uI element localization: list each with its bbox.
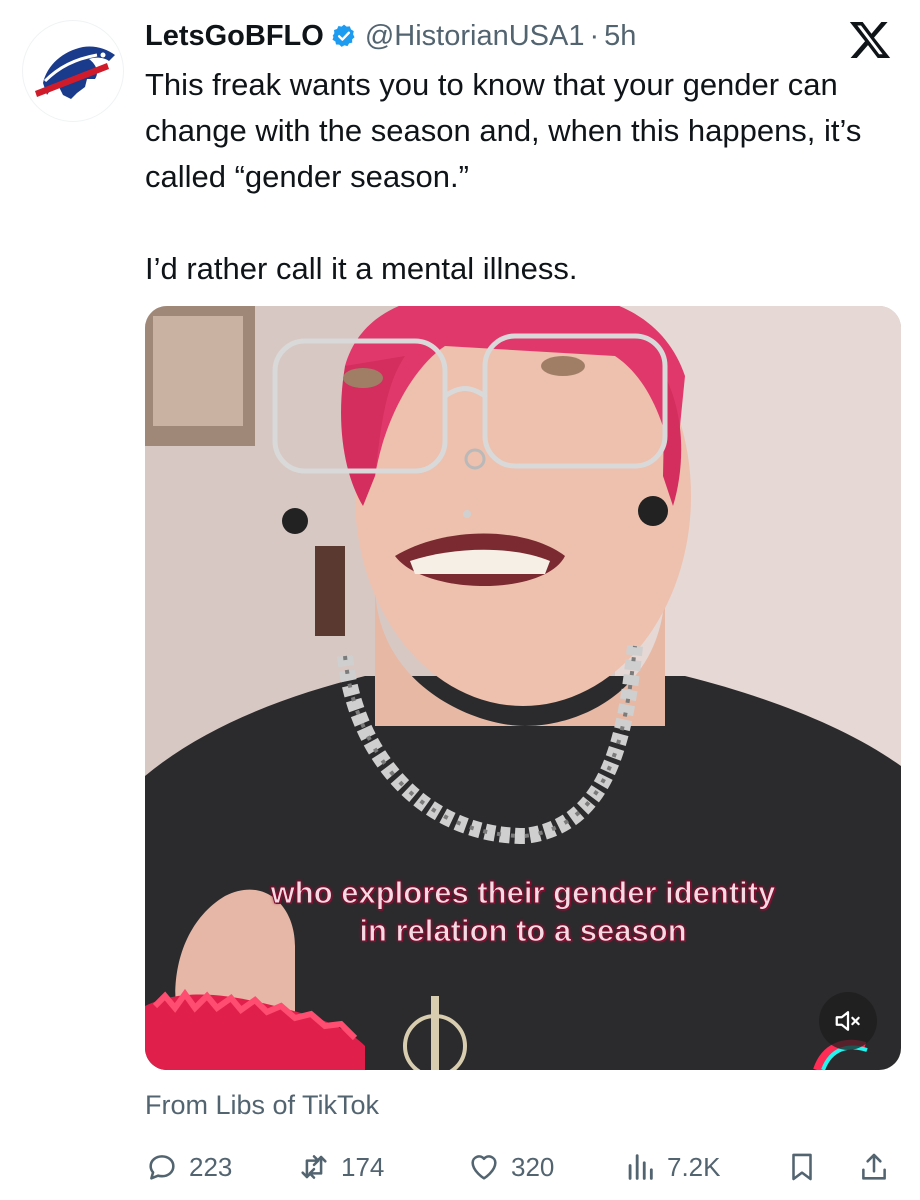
- reply-button[interactable]: 223: [145, 1145, 232, 1189]
- display-name[interactable]: LetsGoBFLO: [145, 20, 324, 53]
- speaker-muted-icon: [835, 1011, 860, 1031]
- views-icon: [628, 1154, 653, 1180]
- x-logo-icon: [848, 18, 892, 62]
- repost-icon: [301, 1155, 327, 1179]
- like-count: 320: [511, 1151, 555, 1182]
- buffalo-logo-icon: [35, 46, 115, 99]
- verified-badge-icon: [331, 23, 357, 49]
- tweet-paragraph: This freak wants you to know that your g…: [145, 67, 862, 194]
- reply-count: 223: [189, 1151, 233, 1182]
- tweet-header: LetsGoBFLO @HistorianUSA1 · 5h: [145, 14, 636, 58]
- like-button[interactable]: 320: [467, 1145, 554, 1189]
- repost-button[interactable]: 174: [297, 1145, 384, 1189]
- reply-icon: [149, 1155, 175, 1180]
- post-time[interactable]: 5h: [604, 20, 636, 53]
- separator-dot: ·: [589, 19, 600, 52]
- like-icon: [471, 1155, 497, 1180]
- author-handle[interactable]: @HistorianUSA1: [365, 20, 585, 53]
- bookmark-button[interactable]: [785, 1145, 829, 1189]
- tweet-paragraph: I’d rather call it a mental illness.: [145, 251, 578, 286]
- video-caption: who explores their gender identity in re…: [145, 874, 901, 950]
- mute-button[interactable]: [819, 992, 877, 1050]
- avatar[interactable]: [22, 20, 124, 122]
- repost-count: 174: [341, 1151, 385, 1182]
- tweet-text: This freak wants you to know that your g…: [145, 62, 905, 292]
- video-player[interactable]: who explores their gender identity in re…: [145, 306, 901, 1070]
- view-count: 7.2K: [667, 1151, 721, 1182]
- share-button[interactable]: [857, 1145, 901, 1189]
- views-button[interactable]: 7.2K: [623, 1145, 721, 1189]
- bookmark-icon: [792, 1153, 812, 1181]
- video-frame: [145, 306, 901, 1070]
- caption-line: who explores their gender identity: [270, 875, 776, 911]
- action-bar: 223 174 320 7.2K: [145, 1145, 900, 1189]
- source-attribution[interactable]: From Libs of TikTok: [145, 1090, 379, 1121]
- caption-line: in relation to a season: [359, 913, 687, 949]
- share-icon: [862, 1153, 886, 1180]
